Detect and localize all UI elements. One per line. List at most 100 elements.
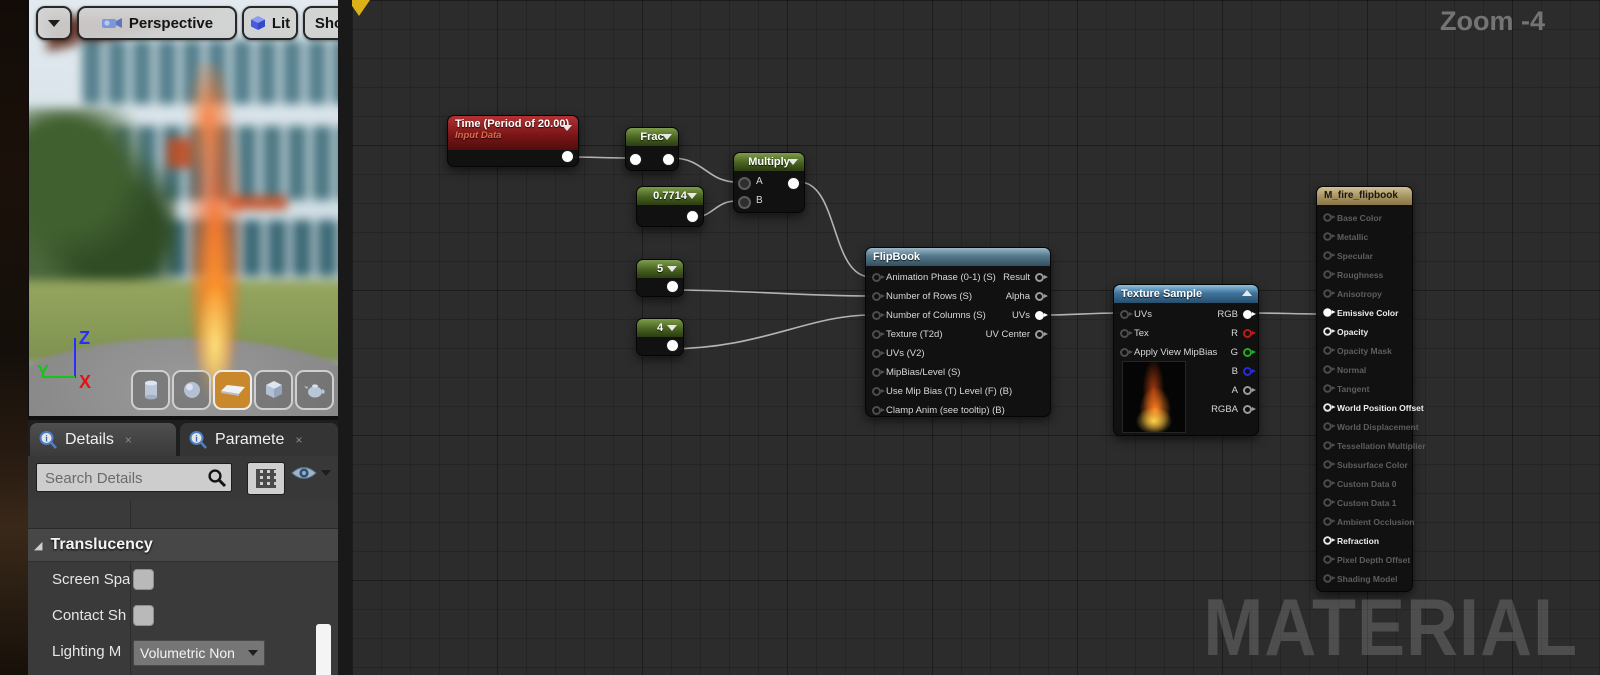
texture-sample-output-pin[interactable] bbox=[1243, 348, 1256, 357]
texture-sample-input-pin[interactable] bbox=[1120, 329, 1133, 338]
teapot-shape-button[interactable] bbox=[295, 370, 334, 410]
node-frac-header[interactable]: Frac bbox=[626, 128, 678, 146]
node-time-header[interactable]: Time (Period of 20.00) Input Data bbox=[448, 116, 578, 150]
texture-sample-input-pin[interactable] bbox=[1120, 348, 1133, 357]
cylinder-shape-button[interactable] bbox=[131, 370, 170, 410]
preview-viewport[interactable]: Perspective Lit Sho Z Y X bbox=[28, 0, 339, 420]
texture-sample-output-pin[interactable] bbox=[1243, 329, 1256, 338]
multiply-output-pin[interactable] bbox=[787, 177, 800, 190]
flipbook-output-pin[interactable] bbox=[1035, 273, 1048, 282]
multiply-input-b-pin[interactable] bbox=[738, 196, 751, 209]
perspective-button[interactable]: Perspective bbox=[77, 6, 237, 40]
time-output-pin[interactable] bbox=[561, 150, 574, 163]
material-pin-wpo[interactable] bbox=[1323, 403, 1336, 412]
screen-space-checkbox[interactable] bbox=[133, 569, 154, 590]
material-pin-label: Custom Data 1 bbox=[1337, 497, 1397, 508]
material-graph-canvas[interactable]: Zoom -4 MATERIAL Time (Period of 20.00) … bbox=[352, 0, 1600, 675]
material-pin[interactable] bbox=[1323, 555, 1336, 564]
show-button[interactable]: Sho bbox=[303, 6, 339, 40]
material-pin[interactable] bbox=[1323, 384, 1336, 393]
node-flipbook-header[interactable]: FlipBook bbox=[866, 248, 1050, 266]
property-matrix-button[interactable] bbox=[247, 462, 285, 495]
material-pin[interactable] bbox=[1323, 270, 1336, 279]
material-pin-opacity[interactable] bbox=[1323, 327, 1336, 336]
texture-sample-output-pin[interactable] bbox=[1243, 386, 1256, 395]
node-constant-4[interactable]: 4 bbox=[636, 318, 684, 356]
panel-splitter[interactable] bbox=[338, 0, 352, 675]
node-constant-5[interactable]: 5 bbox=[636, 259, 684, 297]
material-pin[interactable] bbox=[1323, 517, 1336, 526]
flipbook-output-pin[interactable] bbox=[1035, 311, 1048, 320]
node-multiply-header[interactable]: Multiply bbox=[734, 153, 804, 171]
node-constant-4-header[interactable]: 4 bbox=[637, 319, 683, 337]
flipbook-input-pin[interactable] bbox=[872, 349, 885, 358]
material-pin-label: Ambient Occlusion bbox=[1337, 516, 1415, 527]
material-pin[interactable] bbox=[1323, 479, 1336, 488]
texture-sample-output-pin[interactable] bbox=[1243, 405, 1256, 414]
search-input[interactable] bbox=[43, 465, 203, 492]
flipbook-input-pin[interactable] bbox=[872, 387, 885, 396]
node-texture-sample[interactable]: Texture Sample UVs Tex Apply View MipBia… bbox=[1113, 284, 1259, 436]
texture-sample-output-pin[interactable] bbox=[1243, 310, 1256, 319]
material-pin-label: Metallic bbox=[1337, 231, 1369, 242]
node-material-result[interactable]: M_fire_flipbook Base Color Metallic Spec… bbox=[1316, 186, 1426, 592]
material-pin[interactable] bbox=[1323, 460, 1336, 469]
node-constant-07714-header[interactable]: 0.7714 bbox=[637, 187, 703, 205]
translucency-section-header[interactable]: ◢ Translucency bbox=[28, 528, 338, 562]
sphere-shape-button[interactable] bbox=[172, 370, 211, 410]
node-constant-07714[interactable]: 0.7714 bbox=[636, 186, 704, 227]
grid-icon bbox=[256, 469, 276, 488]
flipbook-input-pin[interactable] bbox=[872, 368, 885, 377]
tab-details-close-icon[interactable]: × bbox=[125, 433, 132, 447]
constant-5-output-pin[interactable] bbox=[666, 280, 679, 293]
frac-input-pin[interactable] bbox=[629, 153, 642, 166]
material-pin[interactable] bbox=[1323, 232, 1336, 241]
node-texture-sample-header[interactable]: Texture Sample bbox=[1114, 285, 1258, 303]
flipbook-output-pin[interactable] bbox=[1035, 330, 1048, 339]
texture-sample-output-pin[interactable] bbox=[1243, 367, 1256, 376]
flipbook-output-pin[interactable] bbox=[1035, 292, 1048, 301]
flipbook-input-pin[interactable] bbox=[872, 330, 885, 339]
node-time[interactable]: Time (Period of 20.00) Input Data bbox=[447, 115, 579, 167]
plane-shape-button[interactable] bbox=[213, 370, 252, 410]
fire-material-preview bbox=[157, 62, 273, 407]
cube-shape-button[interactable] bbox=[254, 370, 293, 410]
node-constant-5-header[interactable]: 5 bbox=[637, 260, 683, 278]
contact-shadow-checkbox[interactable] bbox=[133, 605, 154, 626]
flipbook-input-label: Animation Phase (0-1) (S) bbox=[886, 272, 996, 283]
node-flipbook[interactable]: FlipBook Animation Phase (0-1) (S) Numbe… bbox=[865, 247, 1051, 417]
material-pin[interactable] bbox=[1323, 213, 1336, 222]
lit-mode-button[interactable]: Lit bbox=[242, 6, 298, 40]
tab-parameters[interactable]: i Paramete × bbox=[180, 423, 338, 456]
node-frac[interactable]: Frac bbox=[625, 127, 679, 171]
material-pin[interactable] bbox=[1323, 498, 1336, 507]
node-material-header[interactable]: M_fire_flipbook bbox=[1317, 187, 1412, 205]
flipbook-input-pin[interactable] bbox=[872, 273, 885, 282]
node-multiply[interactable]: Multiply A B bbox=[733, 152, 805, 213]
material-pin[interactable] bbox=[1323, 441, 1336, 450]
flipbook-input-pin[interactable] bbox=[872, 292, 885, 301]
material-pin[interactable] bbox=[1323, 289, 1336, 298]
material-pin[interactable] bbox=[1323, 251, 1336, 260]
constant-4-output-pin[interactable] bbox=[666, 339, 679, 352]
flipbook-input-pin[interactable] bbox=[872, 406, 885, 415]
tab-parameters-close-icon[interactable]: × bbox=[295, 433, 302, 447]
details-scrollbar[interactable] bbox=[316, 624, 331, 675]
flipbook-input-label: Number of Rows (S) bbox=[886, 291, 973, 302]
tab-details[interactable]: i Details × bbox=[30, 423, 176, 456]
material-pin-refraction[interactable] bbox=[1323, 536, 1336, 545]
material-pin-label: Base Color bbox=[1337, 212, 1382, 223]
texture-sample-input-pin[interactable] bbox=[1120, 310, 1133, 319]
flipbook-input-pin[interactable] bbox=[872, 311, 885, 320]
view-options-button[interactable] bbox=[290, 464, 331, 482]
frac-output-pin[interactable] bbox=[662, 153, 675, 166]
viewport-options-dropdown-button[interactable] bbox=[36, 6, 72, 40]
lighting-mode-dropdown[interactable]: Volumetric Non bbox=[133, 640, 265, 666]
material-pin[interactable] bbox=[1323, 365, 1336, 374]
material-pin-emissive[interactable] bbox=[1323, 308, 1336, 317]
material-pin[interactable] bbox=[1323, 346, 1336, 355]
node-frac-title: Frac bbox=[640, 131, 664, 143]
multiply-input-a-pin[interactable] bbox=[738, 177, 751, 190]
constant-07714-output-pin[interactable] bbox=[686, 210, 699, 223]
material-pin[interactable] bbox=[1323, 422, 1336, 431]
